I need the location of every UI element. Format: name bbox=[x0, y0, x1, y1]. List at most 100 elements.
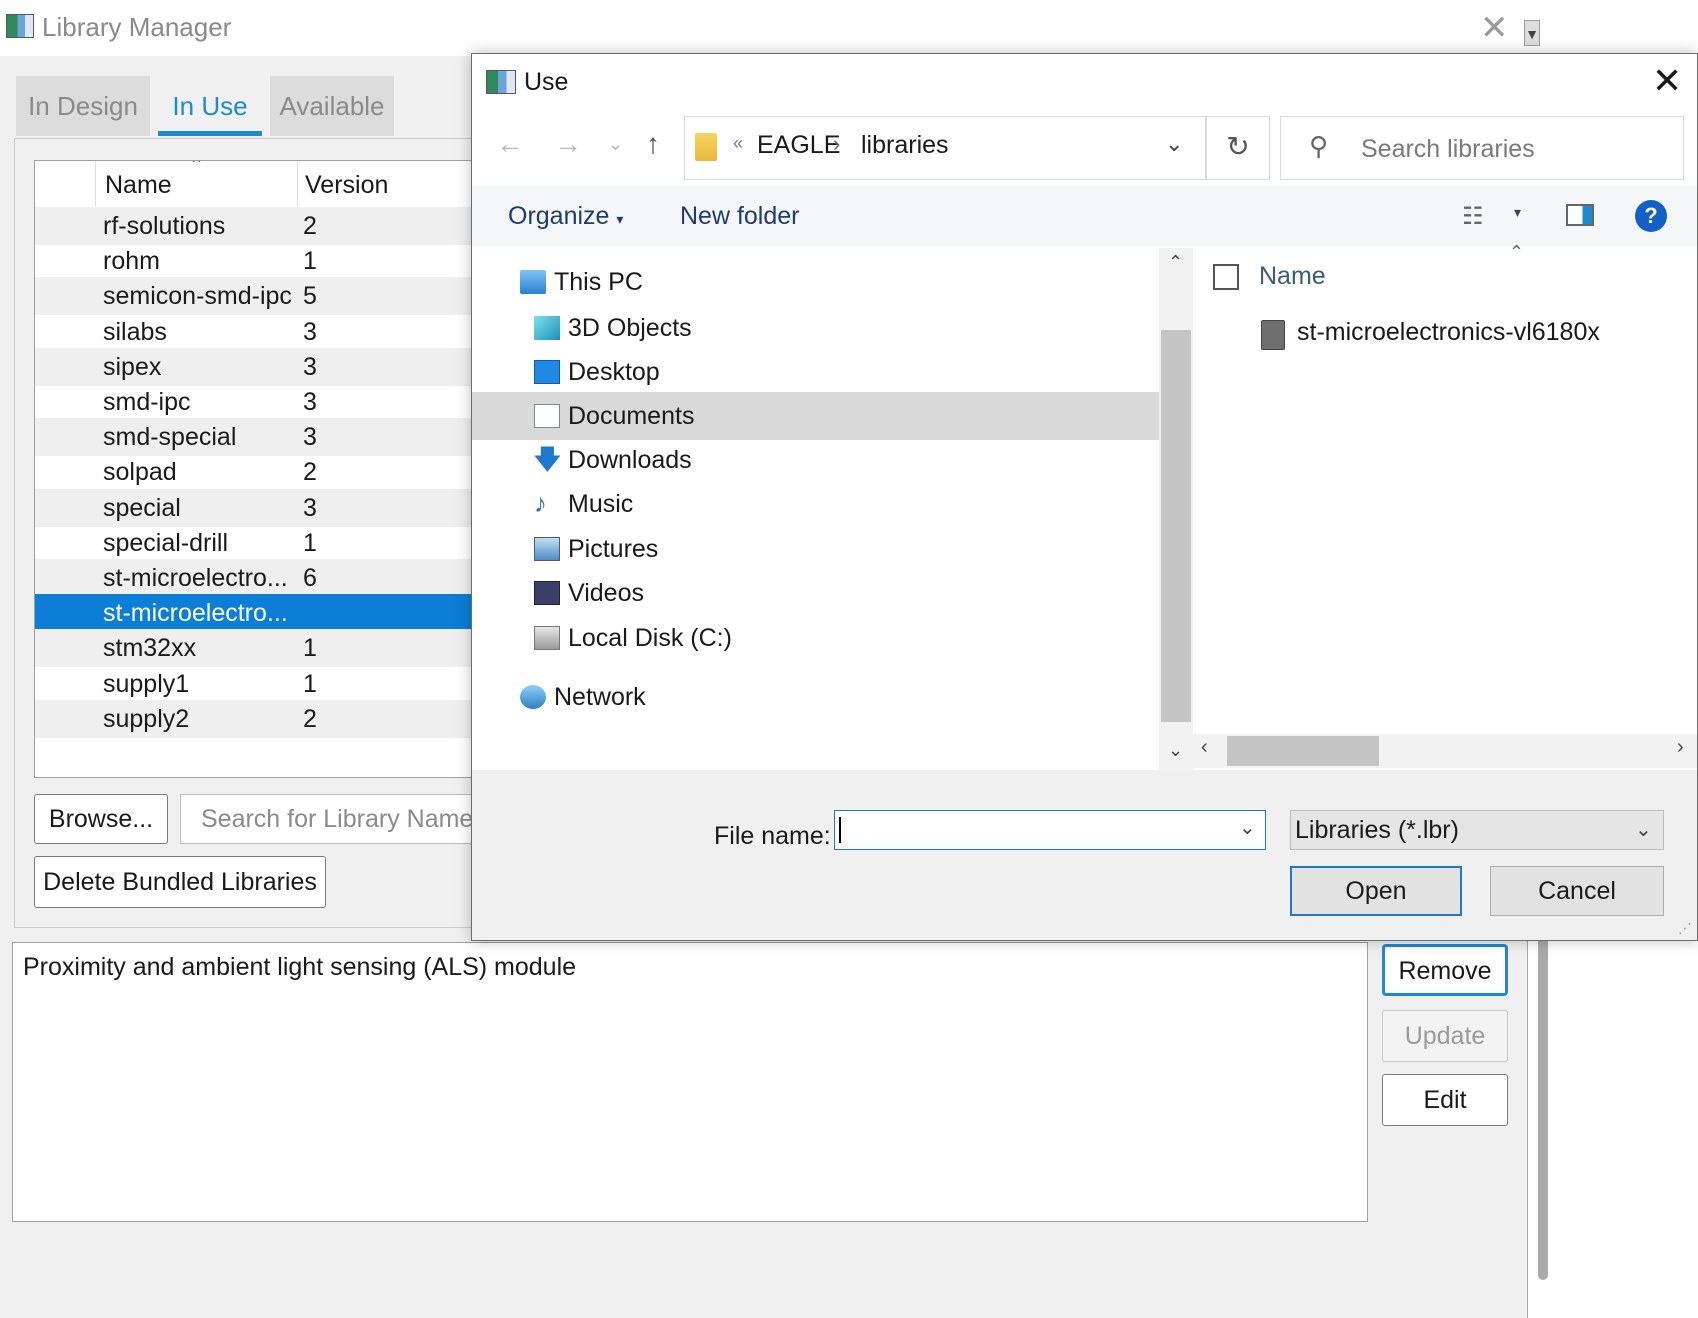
library-file-icon bbox=[1261, 320, 1285, 350]
table-row[interactable]: silabs 3 bbox=[35, 313, 483, 351]
file-type-select[interactable]: Libraries (*.lbr) ⌄ bbox=[1290, 810, 1664, 850]
library-search-input[interactable]: Search for Library Name bbox=[180, 794, 480, 844]
chevron-down-icon: ⌄ bbox=[1635, 819, 1652, 841]
tab-in-use[interactable]: In Use bbox=[158, 76, 262, 136]
library-version: 3 bbox=[303, 388, 317, 416]
nav-item[interactable]: Pictures bbox=[472, 525, 1159, 573]
table-row[interactable]: special-drill 1 bbox=[35, 524, 483, 562]
window-title: Library Manager bbox=[42, 12, 232, 42]
table-row[interactable]: supply1 1 bbox=[35, 665, 483, 703]
nav-item[interactable]: 🡇 Downloads bbox=[472, 436, 1159, 484]
browse-button[interactable]: Browse... bbox=[34, 794, 168, 844]
forward-arrow-icon[interactable]: → bbox=[554, 128, 582, 160]
nav-item-label: Desktop bbox=[568, 358, 660, 386]
close-icon[interactable]: ✕ bbox=[1652, 60, 1682, 102]
close-icon[interactable]: ✕ bbox=[1480, 8, 1509, 48]
nav-item[interactable]: 3D Objects bbox=[472, 304, 1159, 352]
delete-bundled-libraries-button[interactable]: Delete Bundled Libraries bbox=[34, 856, 326, 908]
table-row[interactable]: supply2 2 bbox=[35, 699, 483, 738]
breadcrumb-item[interactable]: EAGLE bbox=[757, 131, 840, 160]
table-row[interactable]: solpad 2 bbox=[35, 453, 483, 491]
select-all-checkbox[interactable] bbox=[1213, 264, 1239, 290]
table-row[interactable]: sipex 3 bbox=[35, 347, 483, 386]
chevron-down-icon[interactable]: ▼ bbox=[1524, 20, 1540, 46]
help-icon[interactable]: ? bbox=[1635, 200, 1667, 232]
tab-in-design[interactable]: In Design bbox=[16, 76, 150, 136]
breadcrumb-overflow[interactable]: « bbox=[733, 133, 743, 154]
scroll-down-icon[interactable]: ⌄ bbox=[1168, 740, 1183, 761]
dialog-footer: File name: ⌄ Libraries (*.lbr) ⌄ Open Ca… bbox=[472, 770, 1697, 940]
refresh-icon[interactable]: ↻ bbox=[1206, 116, 1270, 180]
library-name: smd-ipc bbox=[103, 388, 191, 416]
table-row[interactable]: semicon-smd-ipc 5 bbox=[35, 277, 483, 316]
column-header-name[interactable]: Name bbox=[1259, 262, 1326, 291]
table-row[interactable]: rohm 1 bbox=[35, 242, 483, 280]
library-version: 3 bbox=[303, 423, 317, 452]
column-header-version[interactable]: Version bbox=[305, 171, 388, 200]
library-name: st-microelectro... bbox=[103, 564, 288, 592]
back-arrow-icon[interactable]: ← bbox=[496, 128, 524, 160]
tab-available[interactable]: Available bbox=[270, 76, 394, 136]
organize-menu[interactable]: Organize ▾ bbox=[508, 202, 623, 231]
command-bar: Organize ▾ New folder ☷ ▾ ? bbox=[472, 186, 1697, 246]
computer-icon bbox=[520, 270, 546, 294]
library-name: semicon-smd-ipc bbox=[103, 282, 292, 311]
table-row[interactable]: smd-special 3 bbox=[35, 418, 483, 457]
address-bar[interactable]: « EAGLE › libraries ⌄ bbox=[684, 116, 1206, 180]
library-version: 1 bbox=[303, 247, 317, 276]
chevron-down-icon[interactable]: ⌄ bbox=[1239, 815, 1256, 840]
preview-pane-icon[interactable] bbox=[1566, 204, 1594, 226]
chevron-down-icon[interactable]: ⌄ bbox=[1165, 131, 1183, 157]
nav-item[interactable]: This PC bbox=[472, 258, 1159, 306]
library-name: special-drill bbox=[103, 528, 229, 557]
library-name: rf-solutions bbox=[103, 212, 226, 240]
horizontal-scrollbar[interactable]: ‹ › bbox=[1193, 734, 1697, 768]
up-arrow-icon[interactable]: ↑ bbox=[646, 128, 660, 160]
file-list-pane: Name ⌃ st-microelectronics-vl6180x bbox=[1193, 242, 1697, 768]
library-version: 6 bbox=[303, 564, 317, 592]
file-list-item[interactable]: st-microelectronics-vl6180x bbox=[1193, 310, 1697, 358]
app-icon bbox=[486, 70, 516, 94]
scrollbar-thumb[interactable] bbox=[1227, 736, 1379, 766]
nav-item[interactable]: Documents bbox=[472, 392, 1159, 440]
nav-item[interactable]: Network bbox=[472, 673, 1159, 721]
recent-locations-chevron-icon[interactable]: ⌄ bbox=[608, 134, 623, 155]
dropdown-caret-icon[interactable]: ▾ bbox=[1514, 204, 1521, 221]
nav-item[interactable]: Desktop bbox=[472, 348, 1159, 396]
scroll-up-icon[interactable]: ⌃ bbox=[1168, 252, 1183, 273]
library-version: 2 bbox=[303, 212, 317, 240]
cancel-button[interactable]: Cancel bbox=[1490, 866, 1664, 916]
scroll-left-icon[interactable]: ‹ bbox=[1201, 736, 1208, 759]
table-row[interactable]: special 3 bbox=[35, 488, 483, 527]
update-button[interactable]: Update bbox=[1382, 1010, 1508, 1062]
library-version: 1 bbox=[303, 528, 317, 557]
table-row[interactable]: stm32xx 1 bbox=[35, 629, 483, 668]
column-header-name[interactable]: Name bbox=[105, 171, 172, 200]
table-row[interactable]: st-microelectro... 6 bbox=[35, 559, 483, 597]
view-options-icon[interactable]: ☷ bbox=[1462, 202, 1484, 231]
download-arrow-icon: 🡇 bbox=[534, 444, 561, 474]
breadcrumb-item[interactable]: libraries bbox=[861, 131, 949, 160]
vertical-scrollbar[interactable]: ⌃ ⌄ bbox=[1159, 248, 1193, 770]
remove-button[interactable]: Remove bbox=[1382, 944, 1508, 996]
library-name: supply1 bbox=[103, 669, 190, 698]
search-input[interactable]: ⚲ Search libraries bbox=[1280, 116, 1684, 180]
table-row[interactable]: smd-ipc 3 bbox=[35, 383, 483, 421]
column-divider bbox=[297, 161, 298, 207]
edit-button[interactable]: Edit bbox=[1382, 1074, 1508, 1126]
nav-item-label: Pictures bbox=[568, 535, 659, 563]
scrollbar-thumb[interactable] bbox=[1161, 330, 1191, 722]
file-name-input[interactable]: ⌄ bbox=[834, 810, 1266, 850]
resize-grip-icon[interactable]: ⋰ bbox=[1678, 920, 1692, 937]
new-folder-button[interactable]: New folder bbox=[680, 202, 800, 231]
table-row[interactable]: rf-solutions 2 bbox=[35, 207, 483, 245]
open-button[interactable]: Open bbox=[1290, 866, 1462, 916]
nav-item[interactable]: Local Disk (C:) bbox=[472, 614, 1159, 662]
nav-item[interactable]: ♪ Music bbox=[472, 480, 1159, 528]
nav-item[interactable]: Videos bbox=[472, 569, 1159, 617]
chevron-right-icon[interactable]: › bbox=[833, 131, 840, 157]
scroll-right-icon[interactable]: › bbox=[1677, 736, 1684, 759]
navigation-pane: This PC 3D Objects Desktop Documents 🡇 Downlo… bbox=[472, 248, 1159, 768]
library-name: st-microelectro... bbox=[103, 599, 288, 628]
table-row[interactable]: st-microelectro... bbox=[35, 594, 483, 633]
